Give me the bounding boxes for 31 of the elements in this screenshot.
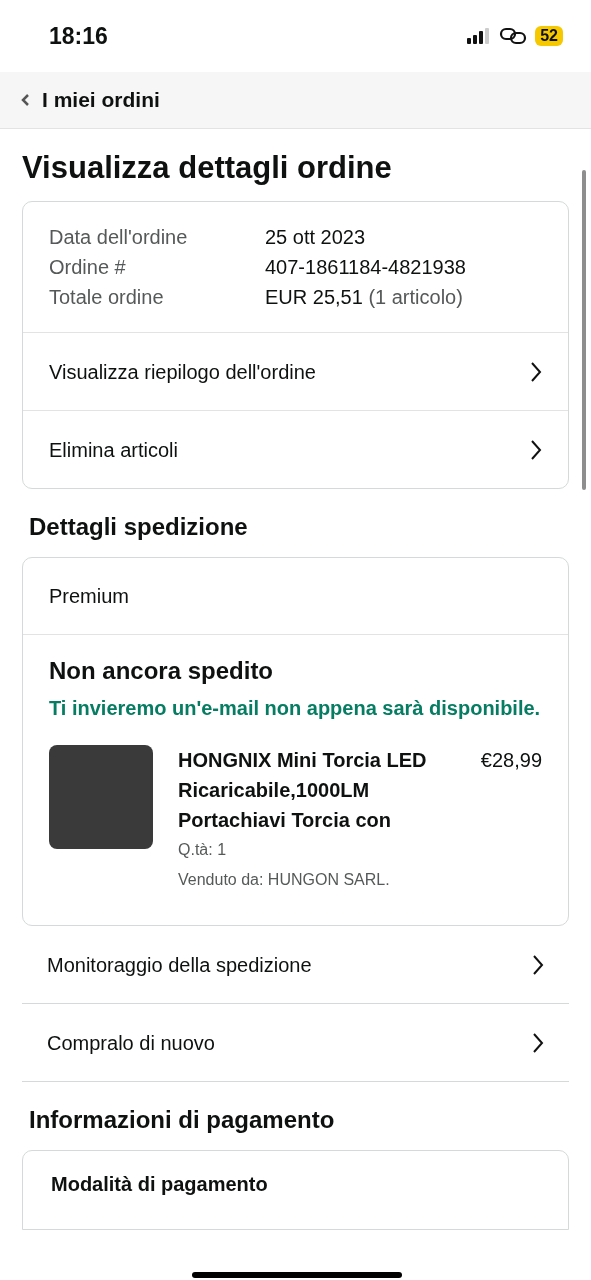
product-title[interactable]: HONGNIX Mini Torcia LED Ricaricabile,1000LM Portachiavi Torcia con (178, 745, 428, 835)
product-quantity: Q.tà: 1 (178, 840, 228, 860)
section-heading: Dettagli spedizione (28, 512, 249, 542)
order-action-row[interactable]: Elimina articoli (23, 410, 568, 488)
signal-icon (467, 28, 492, 44)
section-heading: Informazioni di pagamento (28, 1105, 336, 1135)
chevron-right-icon (530, 360, 542, 383)
chevron-left-icon (20, 93, 30, 107)
field-value: 407-1861184-4821938 (265, 255, 467, 280)
payment-method-heading: Modalità di pagamento (51, 1173, 268, 1195)
field-label: Ordine # (49, 255, 127, 280)
link-icon (499, 27, 528, 45)
chevron-right-icon (530, 438, 542, 461)
back-link[interactable]: I miei ordini (20, 84, 160, 116)
battery-indicator: 52 (535, 26, 563, 46)
shipment-action-row[interactable]: Compralo di nuovo (22, 1004, 569, 1082)
status-time: 18:16 (49, 21, 108, 51)
shipping-service: Premium (49, 584, 129, 609)
order-action-row[interactable]: Visualizza riepilogo dell'ordine (23, 332, 568, 410)
page-title: Visualizza dettagli ordine (22, 149, 393, 187)
shipment-action-row[interactable]: Monitoraggio della spedizione (22, 926, 569, 1004)
chevron-right-icon (532, 1031, 544, 1054)
chevron-right-icon (532, 953, 544, 976)
field-label: Totale ordine (49, 285, 165, 310)
product-seller: Venduto da: HUNGON SARL. (178, 870, 391, 890)
shipment-message: Ti invieremo un'e-mail non appena sarà disponibile. (49, 696, 542, 721)
product-price: €28,99 (480, 748, 542, 773)
field-value: 25 ott 2023 (265, 225, 367, 250)
field-label: Data dell'ordine (49, 225, 189, 250)
field-value: EUR 25,51 (1 articolo) (265, 285, 464, 310)
shipment-status: Non ancora spedito (49, 656, 275, 686)
